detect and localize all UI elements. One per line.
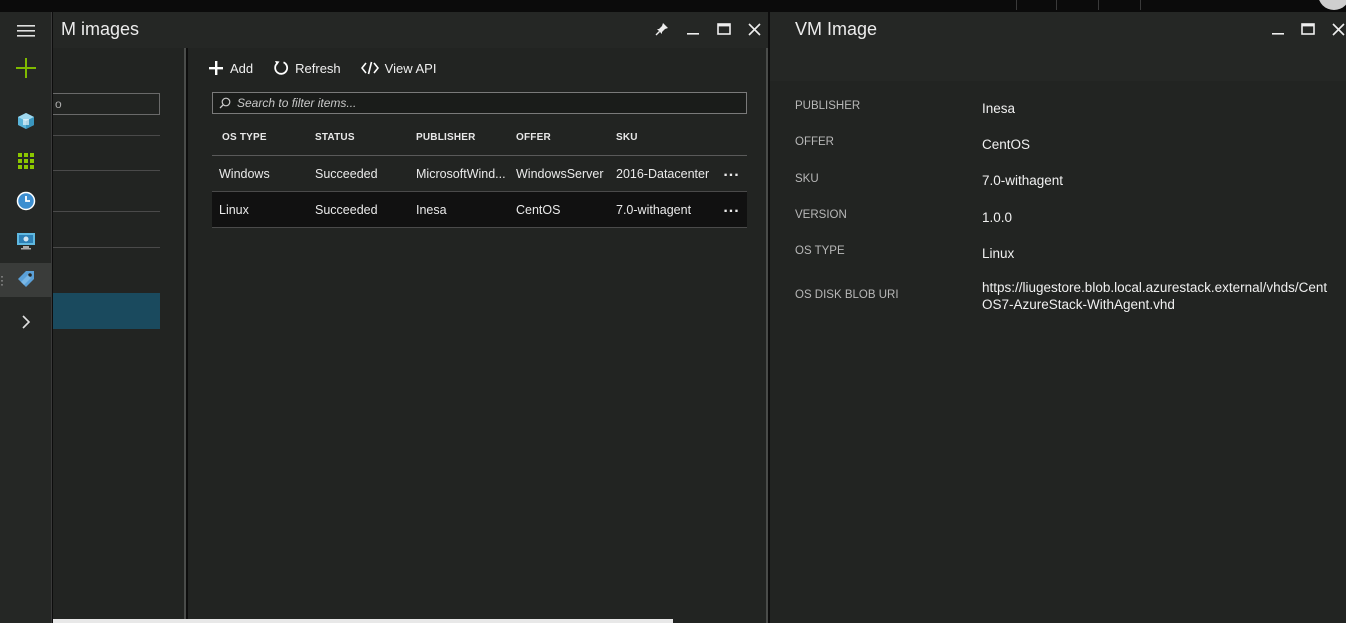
top-bar-divider — [1056, 0, 1057, 10]
drag-handle-icon: · · · — [0, 269, 4, 291]
table-row[interactable]: Linux Succeeded Inesa CentOS 7.0-withage… — [212, 192, 747, 228]
property-value-os-type: Linux — [982, 246, 1015, 261]
tag-icon[interactable]: · · · — [0, 263, 52, 297]
top-bar-divider — [1140, 0, 1141, 10]
list-divider — [53, 135, 160, 136]
add-button-label: Add — [230, 60, 254, 76]
cell-os-type: Linux — [219, 202, 249, 217]
property-label-publisher: PUBLISHER — [795, 100, 861, 112]
search-icon — [219, 97, 231, 109]
cell-offer: CentOS — [516, 202, 561, 217]
horizontal-scrollbar[interactable] — [53, 619, 673, 623]
property-label-os-disk-blob-uri: OS DISK BLOB URI — [795, 289, 899, 301]
top-bar-divider — [1098, 0, 1099, 10]
hamburger-menu-icon[interactable] — [0, 14, 52, 48]
minimize-icon[interactable] — [682, 18, 704, 40]
property-label-sku: SKU — [795, 173, 819, 185]
property-label-version: VERSION — [795, 209, 847, 221]
vm-images-blade-header: M images — [53, 12, 768, 48]
page-title: M images — [61, 19, 140, 39]
property-label-offer: OFFER — [795, 136, 834, 148]
property-label-os-type: OS TYPE — [795, 245, 845, 257]
pin-icon[interactable] — [651, 18, 673, 40]
resource-cube-icon[interactable] — [0, 104, 52, 138]
property-value-offer: CentOS — [982, 137, 1031, 152]
close-icon[interactable] — [743, 18, 765, 40]
property-value-publisher: Inesa — [982, 101, 1016, 116]
all-resources-grid-icon[interactable] — [0, 144, 52, 178]
property-value-version: 1.0.0 — [982, 210, 1013, 225]
refresh-icon — [274, 61, 289, 75]
more-options-button[interactable]: ... — [716, 199, 747, 217]
cell-sku: 7.0-withagent — [616, 202, 692, 217]
top-bar — [0, 0, 1346, 12]
minimize-icon[interactable] — [1267, 18, 1289, 40]
column-header-sku[interactable]: SKU — [616, 132, 716, 143]
recent-clock-icon[interactable] — [0, 184, 52, 218]
search-input[interactable] — [237, 96, 737, 110]
maximize-icon[interactable] — [713, 18, 735, 40]
cell-publisher: MicrosoftWind... — [416, 166, 506, 181]
property-value-sku: 7.0-withagent — [982, 173, 1064, 188]
maximize-icon[interactable] — [1297, 18, 1319, 40]
column-header-status[interactable]: STATUS — [315, 132, 416, 143]
column-header-offer[interactable]: OFFER — [516, 132, 616, 143]
more-options-button[interactable]: ... — [716, 163, 747, 181]
cell-status: Succeeded — [315, 202, 378, 217]
vm-image-detail-header: VM Image — [770, 12, 1346, 81]
virtual-machine-icon[interactable] — [0, 224, 52, 258]
resource-list-blade: o — [53, 12, 186, 623]
column-header-publisher[interactable]: PUBLISHER — [416, 132, 516, 143]
chevron-right-icon[interactable] — [0, 305, 52, 339]
cell-os-type: Windows — [219, 166, 270, 181]
code-icon — [360, 61, 379, 75]
cell-status: Succeeded — [315, 166, 378, 181]
sidebar: · · · — [0, 12, 52, 623]
refresh-button[interactable]: Refresh — [273, 60, 341, 76]
view-api-button[interactable]: View API — [360, 60, 437, 76]
property-value-os-disk-blob-uri[interactable]: https://liugestore.blob.local.azurestack… — [982, 279, 1332, 313]
list-divider — [53, 247, 160, 248]
cell-sku: 2016-Datacenter — [616, 166, 710, 181]
list-search-input[interactable]: o — [53, 93, 160, 115]
cell-publisher: Inesa — [416, 202, 447, 217]
refresh-button-label: Refresh — [295, 60, 341, 76]
vm-images-table: OS TYPE STATUS PUBLISHER OFFER SKU Windo… — [212, 120, 747, 228]
column-header-os-type[interactable]: OS TYPE — [212, 132, 315, 143]
new-plus-icon[interactable] — [0, 51, 52, 85]
add-button[interactable]: Add — [208, 60, 253, 76]
command-bar: Add Refresh View API — [208, 56, 436, 80]
table-row[interactable]: Windows Succeeded MicrosoftWind... Windo… — [212, 156, 747, 192]
add-icon — [209, 61, 223, 75]
list-divider — [53, 170, 160, 171]
list-divider — [53, 211, 160, 212]
top-bar-divider — [1016, 0, 1017, 10]
list-item-selected[interactable] — [53, 293, 160, 329]
avatar[interactable] — [1318, 0, 1346, 10]
close-icon[interactable] — [1327, 18, 1346, 40]
filter-search-box — [212, 92, 747, 114]
view-api-button-label: View API — [384, 60, 437, 76]
table-header: OS TYPE STATUS PUBLISHER OFFER SKU — [212, 120, 747, 156]
detail-title: VM Image — [795, 19, 878, 39]
cell-offer: WindowsServer — [516, 166, 604, 181]
